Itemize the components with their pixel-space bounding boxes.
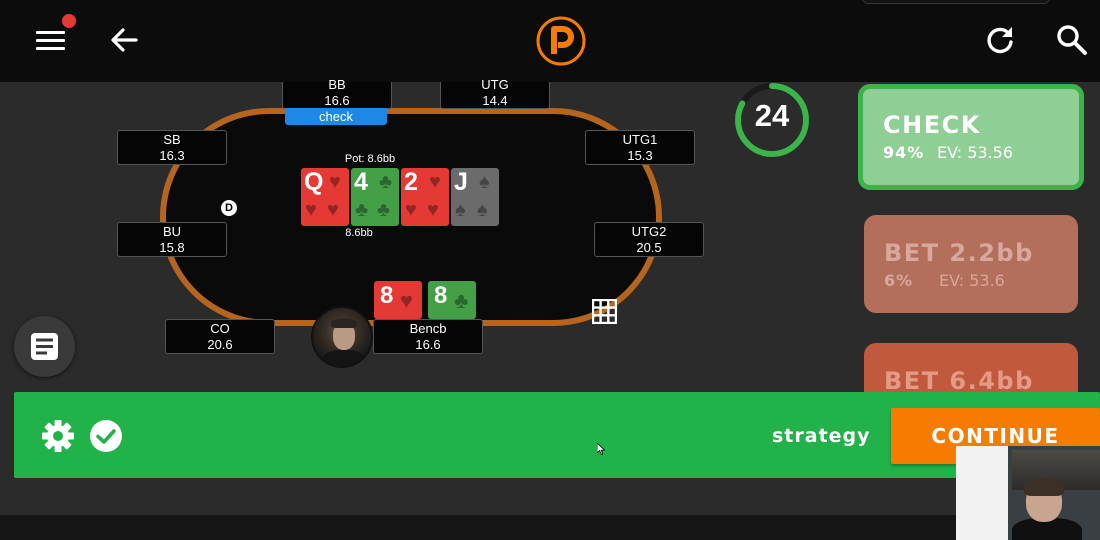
strategy-link[interactable]: strategy [772,425,871,447]
hand-history-button[interactable] [14,316,75,377]
footer-bar [0,515,1100,540]
webcam-overlay [956,446,1100,540]
heart-icon: ♥ [405,199,417,221]
action-label: BET 6.4bb [884,367,1034,395]
action-check-button[interactable]: CHECK 94% EV: 53.56 [858,84,1084,190]
seat-position: CO [210,321,230,336]
check-circle-icon[interactable] [89,419,123,453]
seat-sb: SB 16.3 [117,130,227,165]
result-bar: strategy CONTINUE [14,392,1100,478]
heart-icon: ♥ [305,199,317,221]
search-icon[interactable] [1054,22,1090,58]
spade-icon: ♠ [479,171,490,193]
seat-position: UTG2 [631,224,667,239]
spade-icon: ♠ [477,199,488,221]
spade-icon: ♠ [455,199,466,221]
action-ev: EV: 53.6 [939,271,1005,290]
hamburger-menu-icon[interactable] [33,24,69,60]
gear-icon[interactable] [41,419,75,453]
arrow-left-icon[interactable] [106,22,142,58]
seat-stack: 15.3 [627,148,653,163]
seat-stack: 16.6 [324,93,350,108]
seat-hero: Bencb 16.6 [373,319,483,354]
club-icon: ♣ [454,288,469,313]
heart-icon: ♥ [329,171,341,193]
action-label: BET 2.2bb [884,239,1034,267]
seat-position: BB [328,77,346,92]
seat-stack: 20.6 [207,337,233,352]
heart-icon: ♥ [400,288,414,313]
pot-label: Pot: 8.6bb [344,153,396,165]
timer-value: 24 [754,98,790,133]
notification-dot [62,14,76,28]
top-bar: P [0,0,1100,82]
action-bet-small-button[interactable]: BET 2.2bb 6% EV: 53.6 [864,215,1078,313]
hero-card: 8 ♥ [374,281,422,319]
action-frequency: 6% [884,271,914,290]
logo-letter: P [536,16,537,17]
seat-stack: 16.3 [159,148,185,163]
card-rank: 8 [434,282,448,309]
mouse-cursor-icon [597,443,605,455]
seat-utg2: UTG2 20.5 [594,222,704,257]
card-rank: 8 [380,282,394,309]
player-avatar [311,306,373,368]
status-pill [862,0,1050,4]
card-rank: J [454,168,468,196]
board-card: J ♠ ♠ ♠ [451,168,499,226]
refresh-icon[interactable] [982,22,1018,58]
action-ev: EV: 53.56 [937,143,1014,162]
club-icon: ♣ [355,199,369,221]
seat-position: SB [163,132,181,147]
seat-stack: 14.4 [482,93,508,108]
club-icon: ♣ [377,199,391,221]
heart-icon: ♥ [429,171,441,193]
seat-utg: UTG 14.4 [440,77,550,109]
seat-bu: BU 15.8 [117,222,227,257]
heart-icon: ♥ [427,199,439,221]
app-logo-icon: P [536,16,586,66]
seat-stack: 15.8 [159,240,185,255]
board-card: 4 ♣ ♣ ♣ [351,168,399,226]
seat-stack: 20.5 [636,240,662,255]
board-card: 2 ♥ ♥ ♥ [401,168,449,226]
seat-position: UTG [481,77,509,92]
notes-icon [31,333,58,360]
seat-bb: BB 16.6 [282,77,392,109]
action-frequency: 94% [883,143,925,162]
seat-stack: 16.6 [415,337,441,352]
dealer-button: D [221,200,237,216]
seat-utg1: UTG1 15.3 [585,130,695,165]
heart-icon: ♥ [327,199,339,221]
card-rank: 4 [354,168,368,196]
action-label: CHECK [883,111,981,139]
grid-icon[interactable] [591,298,618,325]
seat-co: CO 20.6 [165,319,275,354]
board-card: Q ♥ ♥ ♥ [301,168,349,226]
club-icon: ♣ [379,171,393,193]
pot-amount: 8.6bb [345,227,373,239]
seat-position: UTG1 [622,132,658,147]
card-rank: 2 [404,168,418,196]
seat-position: BU [162,224,182,239]
hero-card: 8 ♣ [428,281,476,319]
seat-action-badge: check [285,108,387,125]
seat-player-name: Bencb [409,321,447,336]
poker-trainer-screen: P BB 16.6 check UTG 14.4 SB 16.3 UTG1 15… [0,0,1100,540]
card-rank: Q [304,168,324,196]
